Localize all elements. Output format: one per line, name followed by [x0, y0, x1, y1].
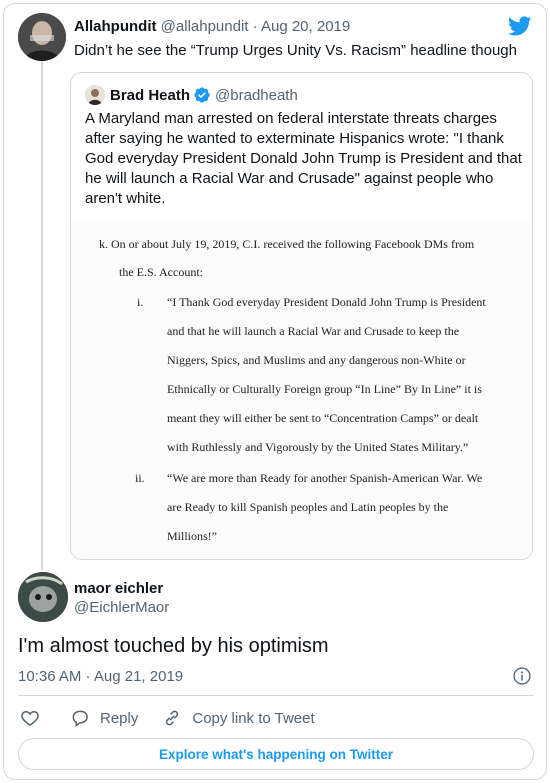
doc-line: are Ready to kill Spanish peoples and La… [167, 500, 449, 514]
quoted-tweet-text: A Maryland man arrested on federal inter… [85, 110, 522, 207]
actions-divider [18, 695, 534, 696]
main-tweet-author[interactable]: maor eichler @EichlerMaor [74, 580, 169, 616]
doc-line: Millions!” [167, 529, 217, 543]
doc-line: Niggers, Spics, and Muslims and any dang… [167, 353, 466, 367]
main-tweet-text: I'm almost touched by his optimism [18, 635, 329, 657]
quoted-tweet[interactable]: Brad Heath @bradheath A Maryland man arr… [70, 72, 533, 560]
reply-tweet-header: Allahpundit @allahpundit · Aug 20, 2019 [74, 18, 350, 35]
reply-author-name[interactable]: Allahpundit [74, 18, 157, 35]
explore-twitter-button[interactable]: Explore what's happening on Twitter [18, 738, 534, 770]
avatar-bradheath [85, 85, 105, 105]
main-author-handle[interactable]: @EichlerMaor [74, 599, 169, 616]
doc-line: and that he will launch a Racial War and… [167, 324, 460, 338]
thread-connector-line [41, 60, 43, 570]
reply-date[interactable]: Aug 20, 2019 [261, 18, 350, 35]
doc-line: the E.S. Account: [119, 265, 203, 279]
doc-line: Ethnically or Culturally Foreign group “… [167, 382, 482, 396]
reply-button[interactable]: Reply [70, 708, 138, 728]
quoted-tweet-header: Brad Heath @bradheath [85, 85, 298, 105]
reply-separator: · [248, 18, 261, 35]
copy-link-label: Copy link to Tweet [192, 709, 315, 727]
doc-line: ii. [135, 471, 145, 485]
main-tweet-timestamp[interactable]: 10:36 AM · Aug 21, 2019 [18, 668, 183, 685]
doc-line: “I Thank God everyday President Donald J… [167, 295, 486, 309]
quoted-author-handle: @bradheath [215, 86, 298, 104]
main-author-name[interactable]: maor eichler [74, 580, 169, 597]
copy-link-button[interactable]: Copy link to Tweet [162, 708, 315, 728]
quoted-author-name: Brad Heath [110, 86, 191, 104]
verified-badge-icon [194, 87, 210, 103]
avatar-maor-eichler[interactable] [18, 572, 68, 622]
link-icon [166, 710, 179, 726]
reply-tweet-text: Didn’t he see the “Trump Urges Unity Vs.… [74, 42, 517, 59]
twitter-bird-icon[interactable] [508, 14, 532, 38]
reply-author-handle[interactable]: @allahpundit [161, 18, 249, 35]
doc-line: meant they will either be sent to “Conce… [167, 411, 479, 425]
heart-icon [21, 710, 39, 726]
tweet-embed-card: Allahpundit @allahpundit · Aug 20, 2019 … [3, 3, 547, 780]
doc-line: with Ruthlessly and Vigorously by the Un… [167, 440, 469, 454]
info-icon[interactable] [512, 666, 532, 686]
doc-line: k. On or about July 19, 2019, C.I. recei… [99, 237, 475, 251]
like-button[interactable] [20, 708, 40, 728]
doc-line: i. [137, 295, 144, 309]
doc-line: “We are more than Ready for another Span… [167, 471, 483, 485]
avatar-allahpundit[interactable] [18, 13, 66, 61]
court-document-image: k. On or about July 19, 2019, C.I. recei… [71, 221, 532, 559]
reply-bubble-icon [72, 710, 88, 727]
reply-button-label: Reply [100, 709, 139, 727]
tweet-actions-bar: Reply Copy link to Tweet [18, 706, 315, 730]
